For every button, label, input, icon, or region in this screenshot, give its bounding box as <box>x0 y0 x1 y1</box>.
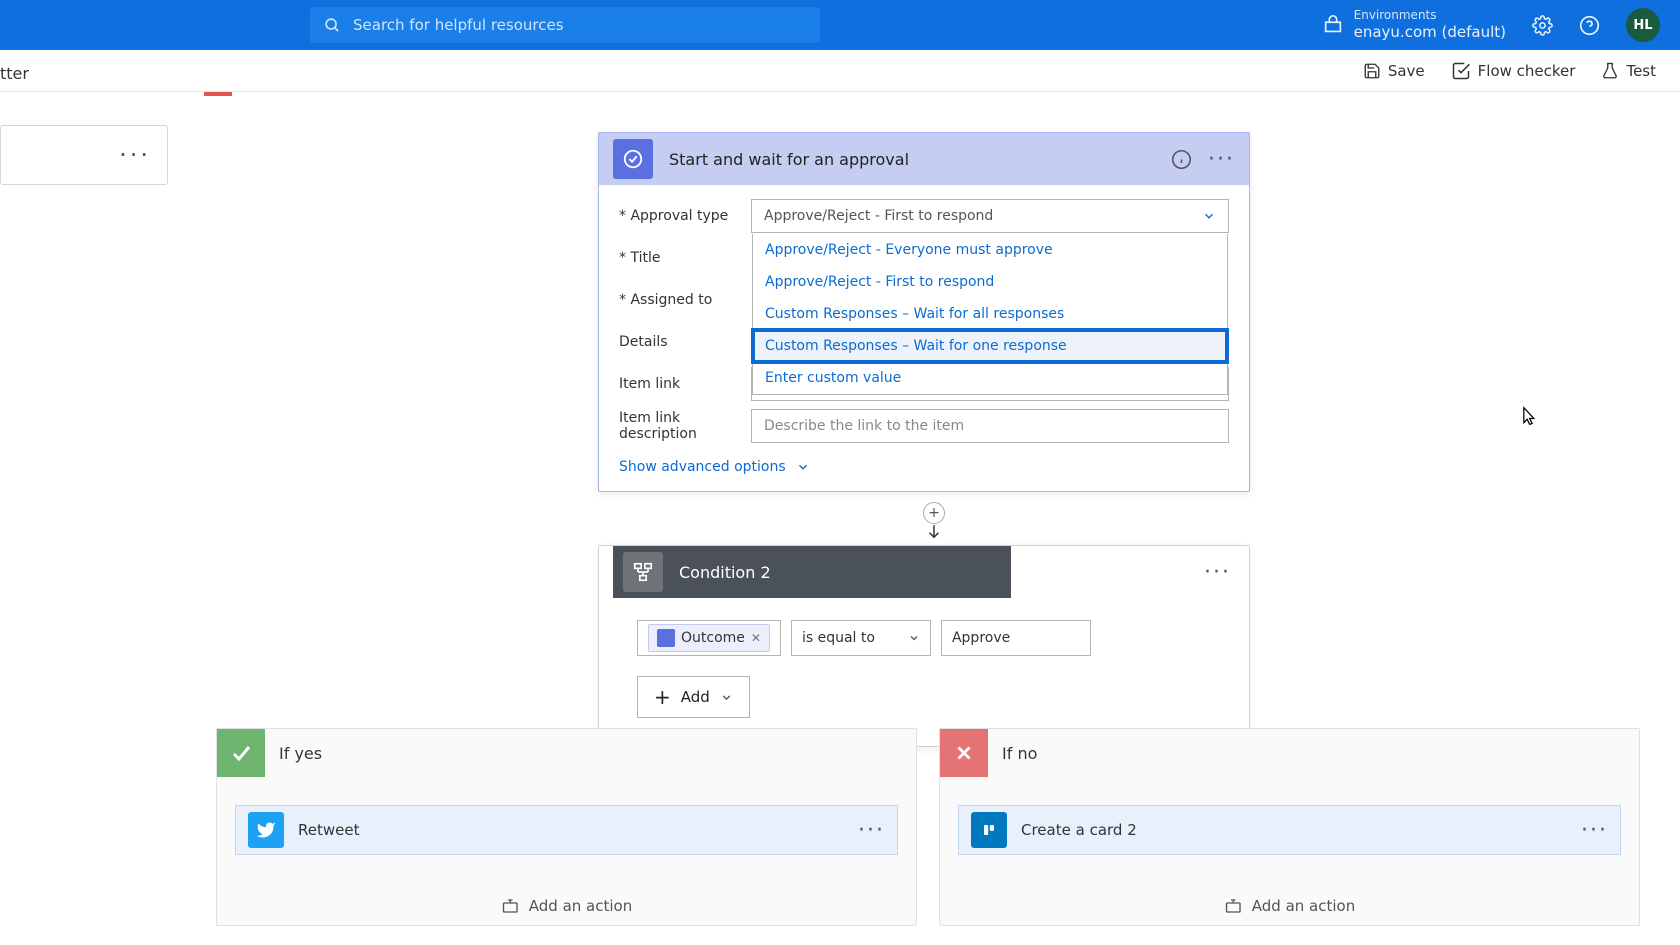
item-link-desc-label: Item link description <box>619 410 751 442</box>
details-label: Details <box>619 334 751 350</box>
approval-type-label: Approval type <box>630 208 728 224</box>
test-button[interactable]: Test <box>1601 62 1656 80</box>
add-step-icon[interactable]: + <box>923 502 945 524</box>
search-placeholder: Search for helpful resources <box>353 16 564 34</box>
outcome-token: Outcome ✕ <box>648 624 770 652</box>
add-action-no[interactable]: Add an action <box>1224 897 1355 915</box>
info-icon[interactable] <box>1171 149 1192 170</box>
if-no-branch: If no Create a card 2 ··· Add an action <box>939 728 1640 926</box>
close-icon <box>940 729 988 777</box>
plus-icon: + <box>654 685 671 709</box>
trello-icon <box>971 812 1007 848</box>
title-label: Title <box>630 250 660 266</box>
approval-title: Start and wait for an approval <box>669 150 909 169</box>
condition-card: Condition 2 ··· Outcome ✕ is equal to <box>598 545 1250 747</box>
dropdown-option-custom[interactable]: Enter custom value <box>753 362 1227 394</box>
environment-icon <box>1322 14 1344 36</box>
add-action-yes[interactable]: Add an action <box>501 897 632 915</box>
assigned-to-label: Assigned to <box>630 292 712 308</box>
flow-connector: + <box>923 502 945 542</box>
dropdown-option[interactable]: Approve/Reject - First to respond <box>753 266 1227 298</box>
condition-header[interactable]: Condition 2 ··· <box>599 546 1249 598</box>
approval-type-options: Approve/Reject - Everyone must approve A… <box>752 234 1228 395</box>
if-yes-branch: If yes Retweet ··· Add an action <box>216 728 917 926</box>
environment-label: Environments <box>1354 8 1506 23</box>
more-icon[interactable]: ··· <box>1581 818 1608 843</box>
condition-title: Condition 2 <box>679 563 771 582</box>
condition-value-input[interactable]: Approve <box>941 620 1091 656</box>
check-icon <box>217 729 265 777</box>
add-condition-button[interactable]: + Add <box>637 676 750 718</box>
retweet-action[interactable]: Retweet ··· <box>235 805 898 855</box>
flow-checker-button[interactable]: Flow checker <box>1451 61 1576 81</box>
approval-icon <box>613 139 653 179</box>
more-icon[interactable]: ··· <box>1204 560 1231 585</box>
condition-icon <box>623 552 663 592</box>
truncated-label: tter <box>0 64 29 83</box>
dropdown-option-highlighted[interactable]: Custom Responses – Wait for one response <box>753 330 1227 362</box>
if-yes-header[interactable]: If yes <box>217 729 916 777</box>
more-icon[interactable]: ··· <box>858 818 885 843</box>
search-icon <box>324 17 341 34</box>
condition-left-operand[interactable]: Outcome ✕ <box>637 620 781 656</box>
show-advanced-link[interactable]: Show advanced options <box>619 459 1229 475</box>
search-input[interactable]: Search for helpful resources <box>310 7 820 43</box>
approval-step-card: Start and wait for an approval ··· * App… <box>598 132 1250 492</box>
environment-picker[interactable]: Environments enayu.com (default) <box>1322 8 1506 42</box>
arrow-down-icon <box>925 522 943 542</box>
chevron-down-icon <box>1202 209 1216 223</box>
condition-operator-select[interactable]: is equal to <box>791 620 931 656</box>
create-card-action[interactable]: Create a card 2 ··· <box>958 805 1621 855</box>
environment-value: enayu.com (default) <box>1354 23 1506 42</box>
item-link-label: Item link <box>619 376 751 392</box>
avatar[interactable]: HL <box>1626 8 1660 42</box>
dropdown-option[interactable]: Approve/Reject - Everyone must approve <box>753 234 1227 266</box>
dropdown-option[interactable]: Custom Responses – Wait for all response… <box>753 298 1227 330</box>
item-link-desc-input[interactable]: Describe the link to the item <box>751 409 1229 443</box>
remove-token-icon[interactable]: ✕ <box>751 631 761 645</box>
twitter-icon <box>248 812 284 848</box>
settings-icon[interactable] <box>1532 15 1553 36</box>
cursor-icon <box>1518 404 1538 428</box>
collapsed-step-card[interactable]: ··· <box>0 125 168 185</box>
approval-type-dropdown[interactable]: Approve/Reject - First to respond Approv… <box>751 199 1229 233</box>
tab-indicator <box>204 92 232 96</box>
save-button[interactable]: Save <box>1363 62 1425 80</box>
approval-header[interactable]: Start and wait for an approval ··· <box>599 133 1249 185</box>
if-no-header[interactable]: If no <box>940 729 1639 777</box>
token-icon <box>657 629 675 647</box>
more-icon[interactable]: ··· <box>1208 147 1235 172</box>
help-icon[interactable] <box>1579 15 1600 36</box>
